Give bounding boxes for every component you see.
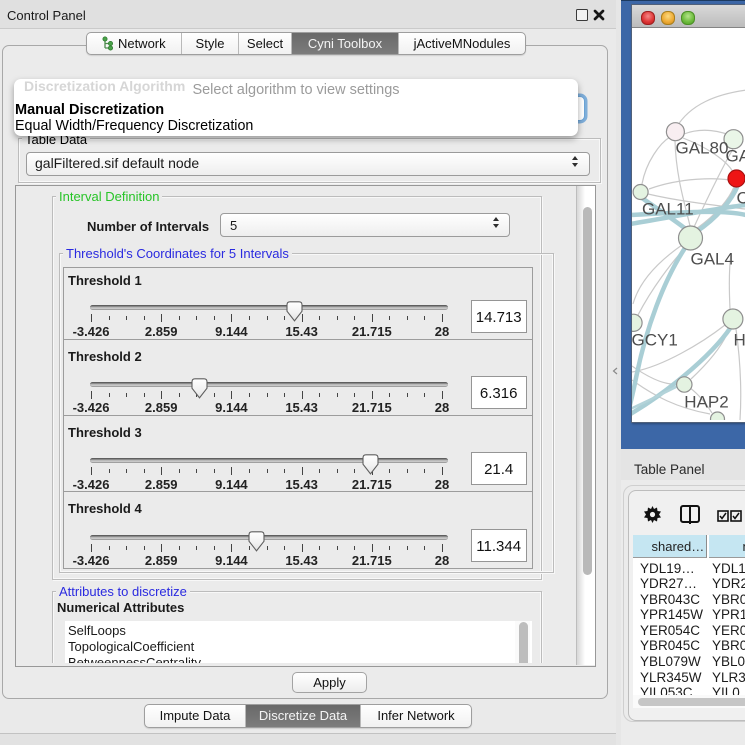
svg-text:H: H [734,331,745,350]
svg-text:GAL80: GAL80 [676,139,729,158]
svg-text:HAP2: HAP2 [684,393,728,412]
svg-text:GCY1: GCY1 [632,331,678,350]
svg-text:GAL11: GAL11 [642,200,694,219]
svg-text:GAL4: GAL4 [691,250,734,269]
svg-text:C: C [737,189,745,208]
svg-text:GA: GA [726,147,745,166]
